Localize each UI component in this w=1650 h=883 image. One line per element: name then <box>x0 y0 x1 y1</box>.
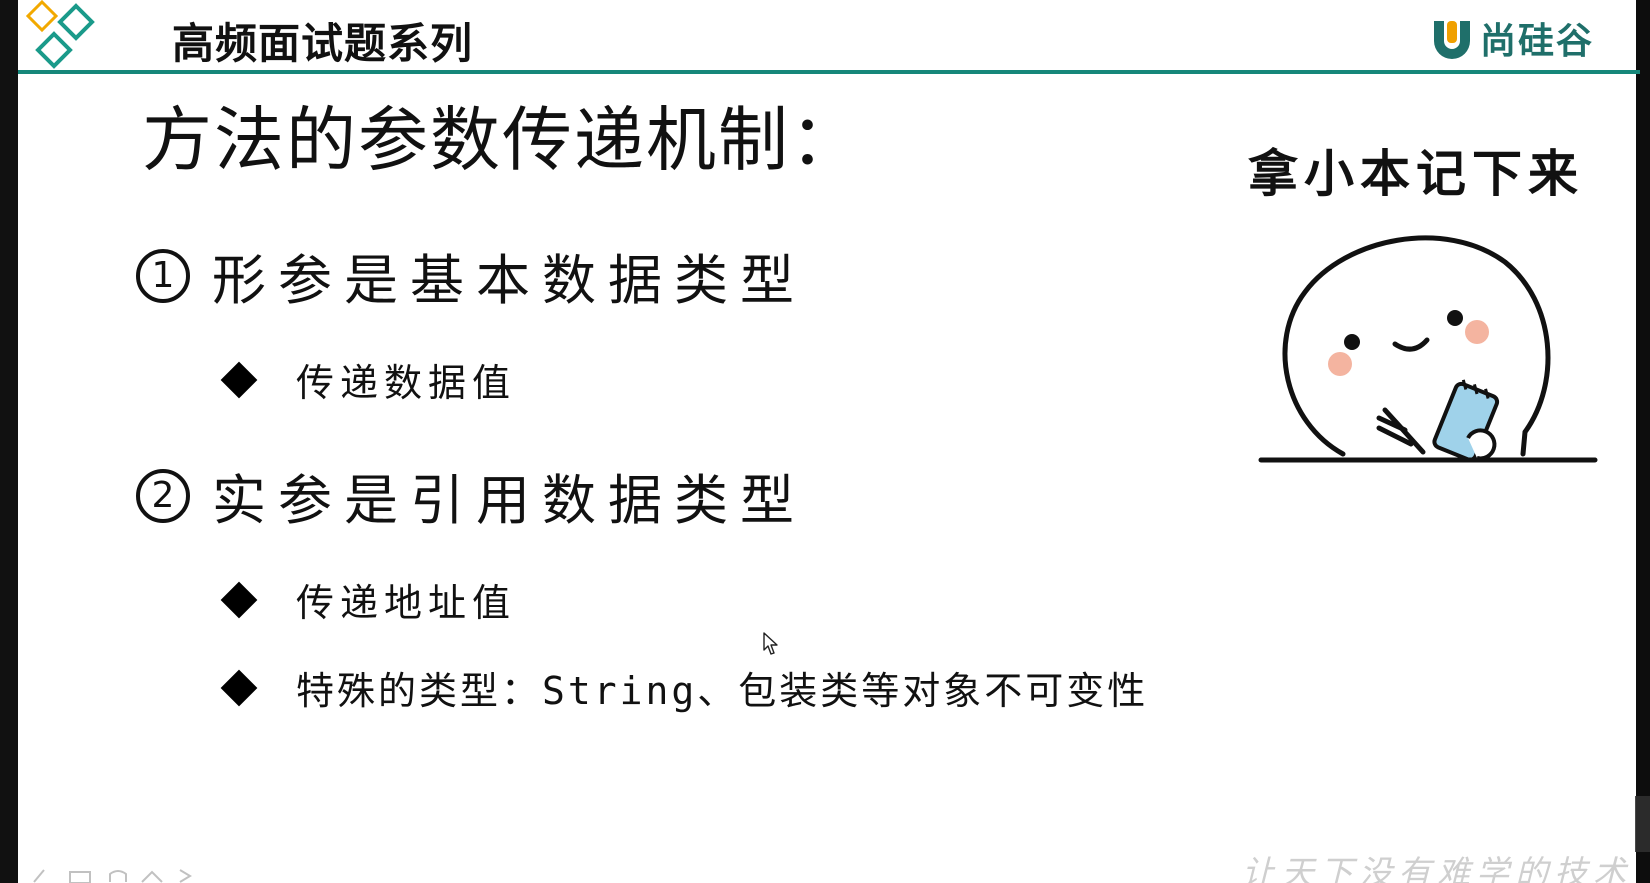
bullet-text: 传递地址值 <box>296 581 517 625</box>
u-badge-logo-icon <box>1434 21 1470 59</box>
note-taking-character-icon <box>1258 235 1598 463</box>
scrollbar-thumb[interactable] <box>1635 796 1650 852</box>
slides-icon <box>69 871 91 883</box>
diamond-bullet-icon <box>220 361 258 398</box>
bullet-item: 传递数据值 <box>218 352 516 407</box>
point-item: ①1 形参是基本数据类型 <box>136 236 806 315</box>
left-window-edge <box>0 0 18 883</box>
bullet-item: 传递地址值 <box>218 572 516 627</box>
point-label: 实参是引用数据类型 <box>212 469 806 532</box>
slogan-watermark: 让天下没有难学的技术 <box>1242 853 1632 883</box>
right-window-edge <box>1636 0 1650 883</box>
presentation-toolbar[interactable] <box>30 866 220 883</box>
menu-icon <box>109 870 127 882</box>
diamond-tiles-logo-icon <box>25 0 95 69</box>
bullet-text: 传递数据值 <box>296 361 517 405</box>
bullet-text: 特殊的类型：String、包装类等对象不可变性 <box>296 669 1149 713</box>
slide-frame: 高频面试题系列 尚硅谷 方法的参数传递机制： ①1 形参是基本数据类型 传递数据… <box>0 0 1650 883</box>
brand-logo: 尚硅谷 <box>1430 12 1594 64</box>
mouse-pointer-icon <box>763 632 778 655</box>
next-icon <box>179 869 192 883</box>
pen-tool-icon <box>33 869 45 883</box>
point-label: 形参是基本数据类型 <box>212 249 806 312</box>
point-item: ②2 实参是引用数据类型 <box>136 456 806 535</box>
diamond-bullet-icon <box>220 669 258 706</box>
home-icon <box>141 870 163 883</box>
header-rule <box>18 70 1640 74</box>
series-title: 高频面试题系列 <box>172 19 474 68</box>
sticker-caption: 拿小本记下来 <box>1248 145 1584 203</box>
slide-title: 方法的参数传递机制： <box>142 99 862 181</box>
bullet-item: 特殊的类型：String、包装类等对象不可变性 <box>218 660 1148 715</box>
circled-number-badge: ②2 <box>136 468 190 523</box>
circled-number-badge: ①1 <box>136 248 190 303</box>
brand-name: 尚硅谷 <box>1480 21 1595 62</box>
diamond-bullet-icon <box>220 581 258 618</box>
